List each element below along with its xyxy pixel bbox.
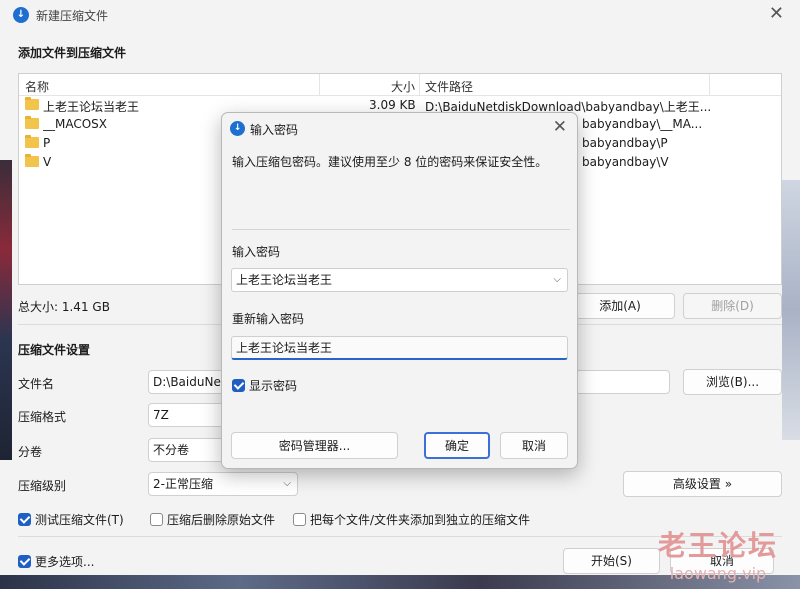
column-divider — [419, 74, 420, 96]
ok-button[interactable]: 确定 — [424, 432, 490, 459]
app-logo-icon: ↓ — [230, 121, 245, 136]
total-size: 总大小: 1.41 GB — [18, 300, 110, 314]
password-label: 输入密码 — [232, 245, 281, 259]
checkbox-checked-icon — [18, 555, 31, 568]
close-icon[interactable]: ✕ — [553, 117, 567, 137]
dialog-divider — [232, 229, 570, 230]
split-value: 不分卷 — [153, 443, 190, 457]
close-icon[interactable]: ✕ — [769, 4, 784, 24]
window-title: 新建压缩文件 — [36, 9, 109, 23]
folder-icon — [25, 116, 39, 129]
folder-icon — [25, 97, 39, 110]
checkbox-unchecked-icon — [150, 513, 163, 526]
watermark: 老王论坛 laowang.vip — [658, 524, 778, 583]
password-manager-button[interactable]: 密码管理器... — [231, 432, 398, 459]
checkbox-checked-icon — [232, 379, 245, 392]
level-label: 压缩级别 — [18, 479, 67, 493]
format-label: 压缩格式 — [18, 410, 67, 424]
row-size: 3.09 KB — [369, 98, 415, 112]
password-dialog: ↓ 输入密码 ✕ 输入压缩包密码。建议使用至少 8 位的密码来保证安全性。 输入… — [221, 112, 578, 469]
filename-label: 文件名 — [18, 377, 55, 391]
background-wallpaper-left — [0, 160, 12, 460]
chevron-down-icon: ⌵ — [283, 478, 291, 489]
files-heading: 添加文件到压缩文件 — [18, 46, 127, 60]
remove-button[interactable]: 删除(D) — [683, 293, 782, 319]
chevron-down-icon[interactable]: ⌵ — [553, 269, 561, 291]
test-archive-label: 测试压缩文件(T) — [35, 513, 124, 527]
test-archive-checkbox[interactable]: 测试压缩文件(T) — [18, 511, 124, 528]
more-options-label: 更多选项... — [35, 555, 95, 569]
add-button[interactable]: 添加(A) — [565, 293, 675, 319]
password-value: 上老王论坛当老王 — [236, 273, 333, 287]
format-value: 7Z — [153, 408, 169, 422]
background-wallpaper-right — [782, 180, 800, 440]
reenter-password-label: 重新输入密码 — [232, 312, 305, 326]
checkbox-checked-icon — [18, 513, 31, 526]
app-logo-icon: ↓ — [13, 7, 29, 23]
folder-icon — [25, 135, 39, 148]
show-password-checkbox[interactable]: 显示密码 — [232, 377, 297, 394]
reenter-password-input[interactable]: 上老王论坛当老王 — [231, 336, 568, 360]
dialog-cancel-button[interactable]: 取消 — [500, 432, 568, 459]
folder-icon — [25, 154, 39, 167]
watermark-url: laowang.vip — [669, 564, 767, 583]
separate-archives-checkbox[interactable]: 把每个文件/文件夹添加到独立的压缩文件 — [293, 511, 530, 528]
row-name: V — [43, 155, 52, 169]
column-divider — [319, 74, 320, 96]
title-bar: ↓ 新建压缩文件 ✕ — [0, 0, 800, 30]
separate-archives-label: 把每个文件/文件夹添加到独立的压缩文件 — [310, 513, 531, 527]
row-path: babyandbay\P — [582, 136, 668, 150]
level-value: 2-正常压缩 — [153, 477, 213, 491]
more-options-checkbox[interactable]: 更多选项... — [18, 553, 94, 570]
dialog-title: 输入密码 — [250, 123, 299, 137]
archive-window: ↓ 新建压缩文件 ✕ 添加文件到压缩文件 名称 大小 文件路径 上老王论坛当老王… — [0, 0, 800, 589]
column-name[interactable]: 名称 — [25, 78, 49, 95]
password-input[interactable]: 上老王论坛当老王 ⌵ — [231, 268, 568, 292]
delete-after-label: 压缩后删除原始文件 — [167, 513, 276, 527]
level-select[interactable]: 2-正常压缩 ⌵ — [148, 472, 298, 496]
file-list-header: 名称 大小 文件路径 — [19, 74, 781, 96]
checkbox-unchecked-icon — [293, 513, 306, 526]
watermark-title: 老王论坛 — [657, 529, 778, 562]
advanced-settings-button[interactable]: 高级设置 » — [623, 471, 782, 497]
row-path: babyandbay\__MA... — [582, 117, 703, 131]
column-path[interactable]: 文件路径 — [425, 78, 473, 95]
delete-after-checkbox[interactable]: 压缩后删除原始文件 — [150, 511, 275, 528]
column-divider — [709, 74, 710, 96]
row-name: P — [43, 136, 51, 150]
dialog-description: 输入压缩包密码。建议使用至少 8 位的密码来保证安全性。 — [232, 155, 548, 169]
row-name: __MACOSX — [43, 117, 108, 131]
row-name: 上老王论坛当老王 — [43, 100, 140, 114]
column-size[interactable]: 大小 — [391, 78, 415, 95]
start-button[interactable]: 开始(S) — [563, 548, 660, 574]
browse-button[interactable]: 浏览(B)... — [683, 369, 782, 395]
row-path: babyandbay\V — [582, 155, 669, 169]
settings-heading: 压缩文件设置 — [18, 343, 91, 357]
split-label: 分卷 — [18, 445, 43, 459]
show-password-label: 显示密码 — [249, 379, 298, 393]
